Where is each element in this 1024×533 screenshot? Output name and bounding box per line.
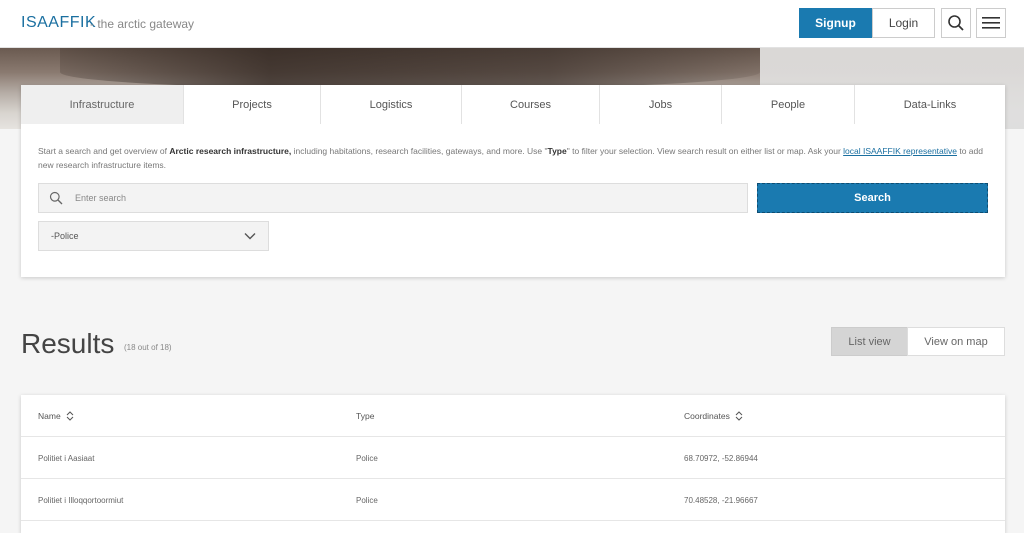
tab-data-links[interactable]: Data-Links — [855, 85, 1005, 124]
row-coordinates: 70.48528, -21.96667 — [684, 495, 758, 505]
search-instructions: Start a search and get overview of Arcti… — [38, 144, 988, 172]
search-field[interactable] — [38, 183, 748, 213]
hero-aircraft-shape — [60, 48, 760, 88]
search-button[interactable]: Search — [757, 183, 988, 213]
signup-button[interactable]: Signup — [799, 8, 872, 38]
tab-projects[interactable]: Projects — [184, 85, 321, 124]
row-type: Police — [356, 495, 378, 505]
column-header-name[interactable]: Name — [38, 395, 74, 437]
tab-infrastructure[interactable]: Infrastructure — [21, 85, 184, 124]
type-filter-dropdown[interactable]: -Police — [38, 221, 269, 251]
representative-link[interactable]: local ISAAFFIK representative — [843, 146, 957, 156]
brand-tagline: - the arctic gateway — [90, 17, 195, 31]
intro-text: Start a search and get overview of — [38, 146, 170, 156]
results-title: Results — [21, 328, 115, 359]
tab-jobs[interactable]: Jobs — [600, 85, 722, 124]
column-header-coordinates[interactable]: Coordinates — [684, 395, 743, 437]
table-row[interactable]: Politiet i Illoqqortoormiut Police 70.48… — [21, 479, 1005, 521]
results-count: (18 out of 18) — [124, 343, 172, 352]
category-tabs: Infrastructure Projects Logistics Course… — [21, 85, 1005, 124]
menu-button[interactable] — [976, 8, 1006, 38]
sort-icon — [66, 411, 74, 421]
search-icon — [49, 191, 63, 205]
intro-emphasis: Arctic research infrastructure, — [169, 146, 292, 156]
top-navigation-bar: ISAAFFIK - the arctic gateway Signup Log… — [0, 0, 1024, 48]
tab-people[interactable]: People — [722, 85, 855, 124]
table-row[interactable]: Politiet i Aasiaat Police 68.70972, -52.… — [21, 437, 1005, 479]
results-table: Name Type Coordinates Politiet i Aasiaat… — [21, 395, 1005, 533]
row-name[interactable]: Politiet i Illoqqortoormiut — [38, 479, 123, 521]
row-type: Police — [356, 453, 378, 463]
column-name-label: Name — [38, 411, 61, 421]
tab-courses[interactable]: Courses — [462, 85, 600, 124]
brand-logo[interactable]: ISAAFFIK — [21, 14, 96, 32]
row-coordinates: 68.70972, -52.86944 — [684, 453, 758, 463]
search-card: Infrastructure Projects Logistics Course… — [21, 85, 1005, 277]
type-filter-value: -Police — [51, 231, 79, 241]
sort-icon — [735, 411, 743, 421]
header-search-button[interactable] — [941, 8, 971, 38]
hamburger-menu-icon — [982, 17, 1000, 29]
intro-type-keyword: Type — [547, 146, 567, 156]
chevron-down-icon — [244, 233, 256, 240]
map-view-button[interactable]: View on map — [907, 327, 1005, 356]
tab-logistics[interactable]: Logistics — [321, 85, 462, 124]
intro-text: " to filter your selection. View search … — [566, 146, 844, 156]
row-name[interactable]: Politiet i Aasiaat — [38, 437, 94, 479]
column-coordinates-label: Coordinates — [684, 411, 730, 421]
list-view-button[interactable]: List view — [831, 327, 908, 356]
intro-text: including habitations, research faciliti… — [291, 146, 548, 156]
table-header-row: Name Type Coordinates — [21, 395, 1005, 437]
search-input[interactable] — [75, 184, 735, 212]
column-header-type: Type — [356, 411, 375, 421]
search-icon — [948, 15, 964, 31]
login-button[interactable]: Login — [872, 8, 935, 38]
